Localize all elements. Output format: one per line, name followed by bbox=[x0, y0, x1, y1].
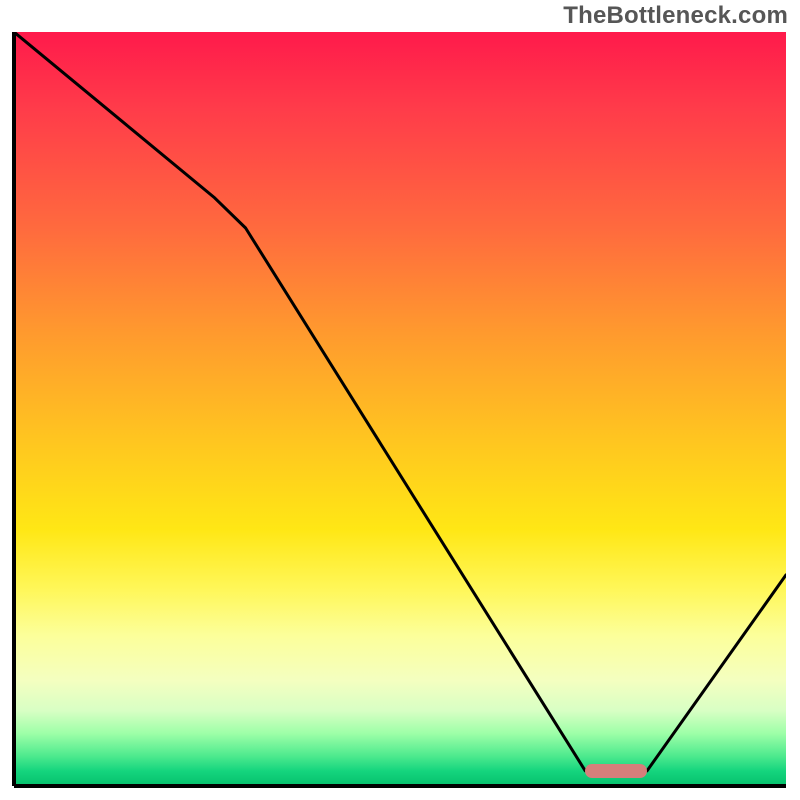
chart-canvas: TheBottleneck.com bbox=[0, 0, 800, 800]
watermark-text: TheBottleneck.com bbox=[563, 2, 788, 30]
chart-axes bbox=[0, 0, 800, 800]
